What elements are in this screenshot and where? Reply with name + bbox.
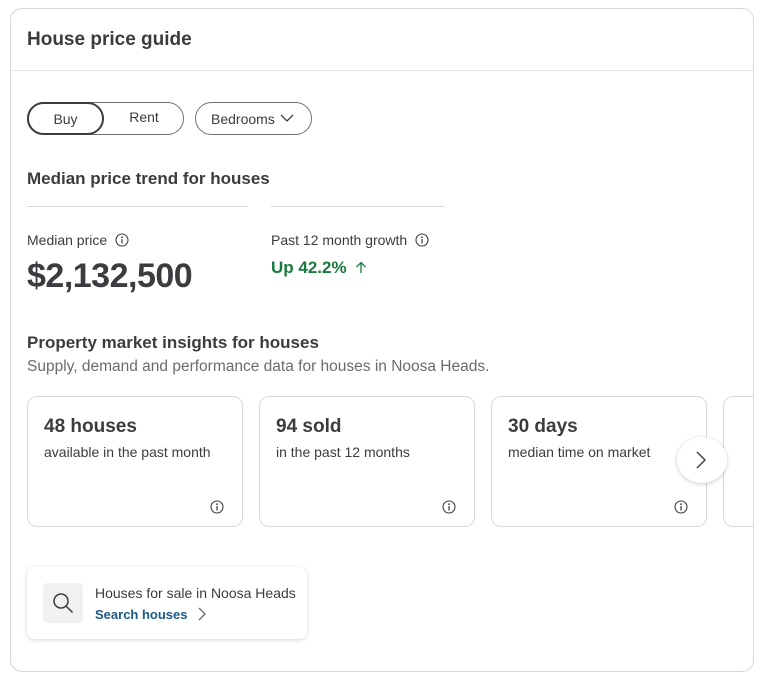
insight-tile: 48 houses available in the past month xyxy=(27,396,243,527)
info-icon[interactable] xyxy=(442,500,456,519)
bedrooms-dropdown-label: Bedrooms xyxy=(211,111,275,127)
buy-rent-toggle: Buy Rent xyxy=(27,102,184,135)
search-card-title: Houses for sale in Noosa Heads xyxy=(95,585,296,601)
carousel-next-button[interactable] xyxy=(677,437,727,483)
tile-description: median time on market xyxy=(508,444,651,460)
search-houses-link[interactable]: Search houses xyxy=(95,607,206,622)
card-header: House price guide xyxy=(11,9,753,71)
median-price-label: Median price xyxy=(27,232,129,250)
growth-value: Up 42.2% xyxy=(271,258,367,278)
insight-tile: 30 days median time on market xyxy=(491,396,707,527)
search-icon xyxy=(53,593,74,614)
growth-value-text: Up 42.2% xyxy=(271,258,347,277)
median-price-label-text: Median price xyxy=(27,232,108,248)
search-houses-link-label: Search houses xyxy=(95,607,188,622)
divider xyxy=(27,206,248,207)
tile-value: 48 houses xyxy=(44,416,137,437)
info-icon[interactable] xyxy=(115,233,129,250)
chevron-right-icon xyxy=(696,451,706,469)
median-price-value: $2,132,500 xyxy=(27,257,193,295)
growth-label-text: Past 12 month growth xyxy=(271,232,408,248)
bedrooms-dropdown[interactable]: Bedrooms xyxy=(195,102,312,135)
arrow-up-icon xyxy=(355,261,366,273)
info-icon[interactable] xyxy=(210,500,224,519)
buy-option[interactable]: Buy xyxy=(27,102,104,135)
info-icon[interactable] xyxy=(415,233,429,250)
growth-label: Past 12 month growth xyxy=(271,232,429,250)
tile-description: in the past 12 months xyxy=(276,444,410,460)
insight-tile: 94 sold in the past 12 months xyxy=(259,396,475,527)
chevron-down-icon xyxy=(280,114,294,122)
search-houses-card[interactable]: Houses for sale in Noosa Heads Search ho… xyxy=(27,567,307,639)
tile-description: available in the past month xyxy=(44,444,211,460)
info-icon[interactable] xyxy=(674,500,688,519)
median-trend-title: Median price trend for houses xyxy=(27,169,270,188)
tile-value: 30 days xyxy=(508,416,578,437)
rent-option[interactable]: Rent xyxy=(106,102,182,135)
market-insights-subtitle: Supply, demand and performance data for … xyxy=(27,358,490,375)
chevron-right-icon xyxy=(198,607,206,621)
search-icon-box xyxy=(43,583,83,623)
tile-value: 94 sold xyxy=(276,416,342,437)
market-insights-title: Property market insights for houses xyxy=(27,333,319,352)
insight-tile-partial xyxy=(723,396,753,527)
divider xyxy=(271,206,444,207)
house-price-guide-card: House price guide Buy Rent Bedrooms Medi… xyxy=(10,8,754,672)
card-title: House price guide xyxy=(27,29,192,50)
